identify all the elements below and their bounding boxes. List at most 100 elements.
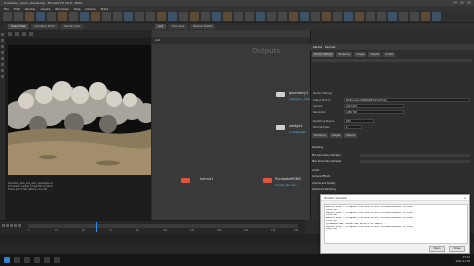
tab-images[interactable]: Images <box>354 52 367 57</box>
shelf-tool[interactable] <box>25 12 34 21</box>
node-geometry1[interactable] <box>276 92 285 97</box>
task-view-icon[interactable] <box>24 257 30 263</box>
rendering-engine-select[interactable]: CPU <box>344 119 374 123</box>
shelf-tool[interactable] <box>3 12 12 21</box>
tab-rendering[interactable]: Rendering <box>336 52 353 57</box>
camera-field[interactable]: /obj/cam1 <box>344 104 404 108</box>
shelf-tool[interactable] <box>256 12 265 21</box>
file-explorer-icon[interactable] <box>34 257 40 263</box>
shelf-tool[interactable] <box>102 12 111 21</box>
lighting-icon[interactable] <box>29 32 33 36</box>
rotate-tool-icon[interactable] <box>1 45 4 48</box>
system-clock[interactable]: 07:12 2022-11-05 <box>455 256 470 263</box>
tab-scripts[interactable]: Scripts <box>383 52 395 57</box>
time-cursor[interactable] <box>96 222 97 232</box>
scale-tool-icon[interactable] <box>1 51 4 54</box>
menu-edit[interactable]: Edit <box>14 7 20 11</box>
subtab[interactable]: Objects <box>344 133 357 138</box>
menu-render[interactable]: Render <box>25 7 36 11</box>
node-karma1[interactable] <box>181 178 190 183</box>
shelf-tool[interactable] <box>289 12 298 21</box>
menu-solaris[interactable]: Solaris <box>86 7 96 11</box>
shelf-tool[interactable] <box>366 12 375 21</box>
shelf-tool[interactable] <box>410 12 419 21</box>
houdini-app-icon[interactable] <box>54 257 60 263</box>
jump-end-icon[interactable] <box>18 224 21 227</box>
pixel-samples-field[interactable]: 9 <box>344 125 362 129</box>
shelf-tool[interactable] <box>311 12 320 21</box>
shelf-tool[interactable] <box>223 12 232 21</box>
tab-animation-editor[interactable]: Animation Editor <box>31 24 59 29</box>
brush-tool-icon[interactable] <box>1 69 4 72</box>
section-header[interactable]: Sampling <box>312 146 323 149</box>
shelf-tool[interactable] <box>135 12 144 21</box>
shelf-tool[interactable] <box>58 12 67 21</box>
shelf-tool[interactable] <box>190 12 199 21</box>
shelf-tool[interactable] <box>91 12 100 21</box>
display-options-icon[interactable] <box>15 32 19 36</box>
minimize-button[interactable] <box>453 1 457 4</box>
network-path[interactable]: /out <box>155 39 160 42</box>
shelf-tool[interactable] <box>80 12 89 21</box>
shelf-tool[interactable] <box>14 12 23 21</box>
shelf-tool[interactable] <box>36 12 45 21</box>
camera-menu-icon[interactable] <box>8 32 12 36</box>
resolution-field[interactable]: 1280 720 <box>344 110 404 114</box>
tab-material-palette[interactable]: Material Palette <box>189 24 216 29</box>
slider-track[interactable] <box>360 154 470 157</box>
shelf-tool[interactable] <box>179 12 188 21</box>
shelf-tool[interactable] <box>212 12 221 21</box>
shelf-tool[interactable] <box>399 12 408 21</box>
section-header[interactable]: Limits <box>312 169 319 172</box>
close-button[interactable] <box>467 1 471 4</box>
shelf-tool[interactable] <box>267 12 276 21</box>
view-tool-icon[interactable] <box>1 75 4 78</box>
subtab[interactable]: Images <box>329 133 343 138</box>
menu-assets[interactable]: Assets <box>41 7 51 11</box>
maximize-button[interactable] <box>460 1 464 4</box>
select-tool-icon[interactable] <box>1 33 4 36</box>
shelf-tool[interactable] <box>432 12 441 21</box>
start-menu-icon[interactable] <box>4 257 10 263</box>
shelf-tool[interactable] <box>333 12 342 21</box>
shelf-tool[interactable] <box>234 12 243 21</box>
shelf-tool[interactable] <box>157 12 166 21</box>
menu-windows[interactable]: Windows <box>55 7 68 11</box>
tab-render-settings[interactable]: Render Settings <box>312 52 335 57</box>
move-tool-icon[interactable] <box>1 39 4 42</box>
menu-help[interactable]: Help <box>74 7 81 11</box>
section-header[interactable]: Volume and Quality <box>312 182 335 185</box>
shelf-tool[interactable] <box>322 12 331 21</box>
tab-render-view[interactable]: Render View <box>61 24 83 29</box>
play-icon[interactable] <box>10 224 13 227</box>
tab-objects[interactable]: Objects <box>368 52 382 57</box>
node-name-field[interactable]: karma1 <box>325 45 336 49</box>
node-wedge1[interactable] <box>276 125 285 130</box>
tab-tree-view[interactable]: Tree View <box>168 24 187 29</box>
shelf-tool[interactable] <box>47 12 56 21</box>
shelf-tool[interactable] <box>201 12 210 21</box>
shelf-tool[interactable] <box>278 12 287 21</box>
close-dialog-button[interactable]: Close <box>449 246 465 252</box>
shelf-tool[interactable] <box>344 12 353 21</box>
shelf-tool[interactable] <box>377 12 386 21</box>
section-header[interactable]: Camera Effects <box>312 175 330 178</box>
jump-start-icon[interactable] <box>2 224 5 227</box>
timeline[interactable]: 1 24 48 72 96 120 144 168 192 216 240 <box>0 220 305 234</box>
shelf-tool[interactable] <box>113 12 122 21</box>
console-output[interactable]: HOUDINI_PATH: C:\Program Files\Side Effe… <box>324 204 468 244</box>
slider-track[interactable] <box>360 160 470 163</box>
pose-tool-icon[interactable] <box>1 63 4 66</box>
timeline-ruler[interactable] <box>28 224 298 228</box>
shelf-tool[interactable] <box>245 12 254 21</box>
browser-icon[interactable] <box>44 257 50 263</box>
section-header[interactable]: Advanced Sampling <box>312 188 336 191</box>
search-icon[interactable] <box>14 257 20 263</box>
network-editor[interactable] <box>152 30 310 220</box>
node-pyrobake-rend[interactable] <box>263 178 272 183</box>
tab-scene-view[interactable]: Scene View <box>8 24 29 29</box>
shelf-tool[interactable] <box>355 12 364 21</box>
shelf-tool[interactable] <box>421 12 430 21</box>
shelf-tool[interactable] <box>388 12 397 21</box>
step-forward-icon[interactable] <box>14 224 17 227</box>
